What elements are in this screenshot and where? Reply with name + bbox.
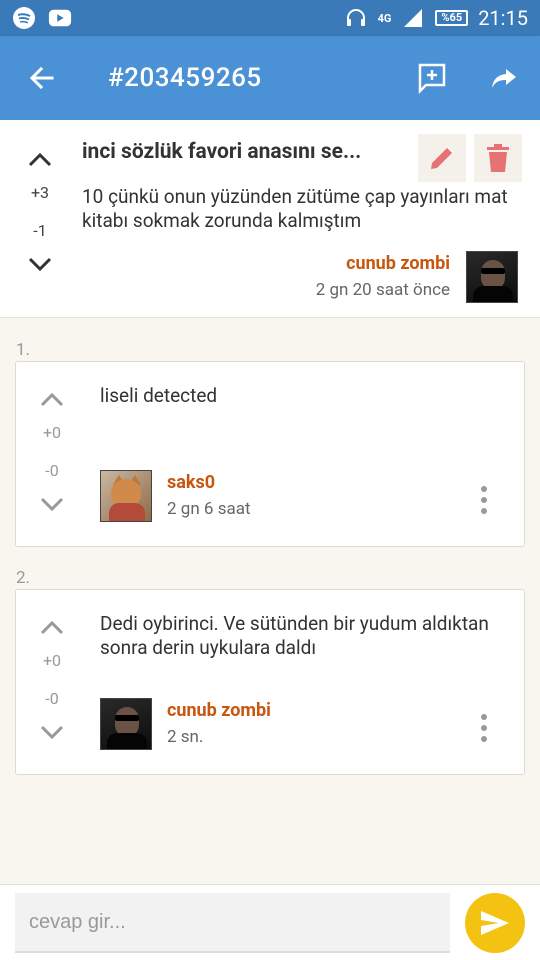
more-options-button[interactable]: [472, 480, 496, 520]
downvote-count: -0: [45, 461, 59, 480]
clock: 21:15: [478, 6, 528, 30]
reply-input[interactable]: [15, 893, 450, 953]
chevron-up-icon: [40, 620, 64, 635]
signal-icon: [401, 6, 425, 30]
upvote-button[interactable]: [30, 384, 74, 414]
comment-vote-column: +0 -0: [30, 612, 74, 748]
app-bar: #203459265: [0, 36, 540, 120]
spotify-icon: [12, 6, 36, 30]
comment-author[interactable]: cunub zombi: [167, 700, 271, 721]
entry-vote-column: +3 -1: [18, 144, 62, 280]
more-vertical-icon: [481, 714, 487, 742]
add-comment-icon: [418, 63, 446, 94]
downvote-count: -1: [33, 221, 47, 240]
reply-bar: [0, 884, 540, 960]
battery-indicator: %65: [435, 10, 469, 26]
upvote-count: +3: [30, 183, 50, 202]
downvote-button[interactable]: [18, 250, 62, 280]
comment-card: +0 -0 Dedi oybirinci. Ve sütünden bir yu…: [15, 589, 525, 775]
more-options-button[interactable]: [472, 708, 496, 748]
arrow-left-icon: [29, 66, 54, 90]
avatar[interactable]: [100, 470, 152, 522]
youtube-icon: [48, 6, 72, 30]
downvote-count: -0: [45, 689, 59, 708]
chevron-up-icon: [40, 392, 64, 407]
downvote-button[interactable]: [30, 718, 74, 748]
chevron-down-icon: [40, 725, 64, 740]
comment-text: Dedi oybirinci. Ve sütünden bir yudum al…: [100, 612, 489, 659]
entry-author[interactable]: cunub zombi: [346, 253, 450, 274]
headset-icon: [344, 6, 368, 30]
comment-date: 2 sn.: [167, 727, 204, 747]
add-comment-button[interactable]: [396, 36, 468, 120]
comment-card: +0 -0 liseli detected saks0 2 gn 6 saat: [15, 361, 525, 547]
entry-title[interactable]: inci sözlük favori anasını se...: [82, 140, 361, 164]
chevron-up-icon: [28, 152, 52, 167]
downvote-button[interactable]: [30, 490, 74, 520]
entry-date: 2 gn 20 saat önce: [315, 280, 450, 300]
upvote-button[interactable]: [30, 612, 74, 642]
comment-author[interactable]: saks0: [167, 472, 215, 493]
comment-date: 2 gn 6 saat: [167, 499, 251, 519]
comment-text: liseli detected: [100, 384, 218, 407]
share-icon: [492, 69, 516, 88]
entry-card: +3 -1 inci sözlük favori anasını se... 1…: [0, 120, 540, 318]
network-type-label: 4G: [377, 11, 392, 25]
share-button[interactable]: [468, 36, 540, 120]
comment-index: 2.: [16, 568, 31, 588]
page-title: #203459265: [108, 63, 262, 93]
avatar[interactable]: [466, 251, 518, 303]
comment-vote-column: +0 -0: [30, 384, 74, 520]
more-vertical-icon: [481, 486, 487, 514]
delete-button[interactable]: [474, 134, 522, 182]
send-icon: [481, 911, 509, 935]
upvote-count: +0: [42, 423, 62, 442]
chevron-down-icon: [40, 497, 64, 512]
edit-button[interactable]: [418, 134, 466, 182]
upvote-button[interactable]: [18, 144, 62, 174]
pencil-icon: [431, 146, 454, 169]
send-button[interactable]: [465, 893, 525, 953]
avatar[interactable]: [100, 698, 152, 750]
entry-text: 10 çünkü onun yüzünden zütüme çap yayınl…: [82, 185, 508, 232]
trash-icon: [487, 144, 509, 172]
comment-index: 1.: [16, 340, 31, 360]
back-button[interactable]: [0, 36, 84, 120]
chevron-down-icon: [28, 257, 52, 272]
upvote-count: +0: [42, 651, 62, 670]
status-bar: 4G %65 21:15: [0, 0, 540, 36]
